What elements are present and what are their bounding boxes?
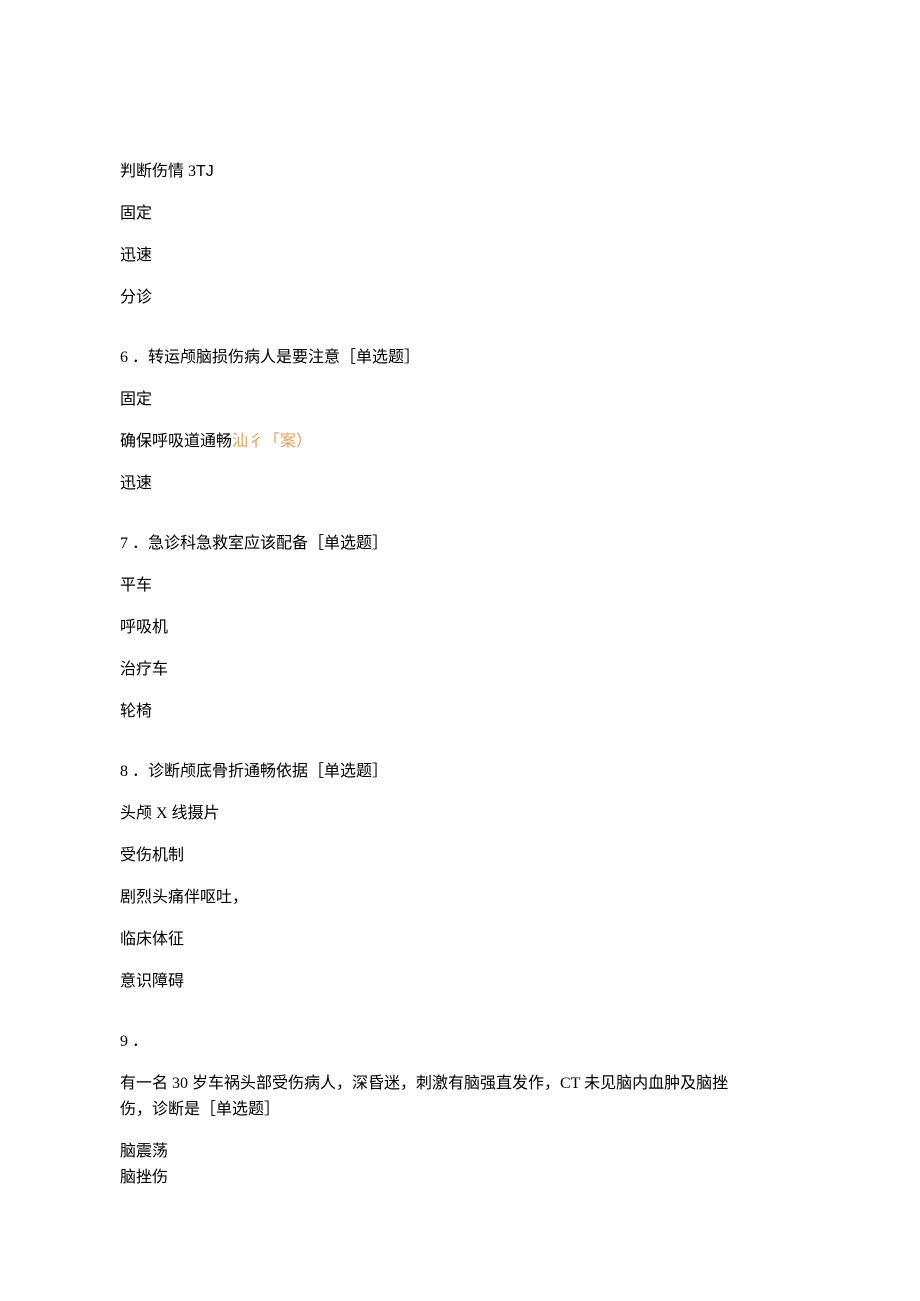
q8-option-5: 意识障碍 bbox=[120, 970, 800, 994]
intro-line-3: 迅速 bbox=[120, 244, 800, 268]
q8-option-2: 受伤机制 bbox=[120, 844, 800, 868]
q9-option-1: 脑震荡 bbox=[120, 1140, 800, 1164]
intro-line-1b: TJ bbox=[196, 163, 214, 180]
q7-option-1: 平车 bbox=[120, 574, 800, 598]
q8-option-4: 临床体征 bbox=[120, 928, 800, 952]
q9-stem-2: 伤，诊断是［单选题］ bbox=[120, 1098, 800, 1122]
intro-line-2: 固定 bbox=[120, 202, 800, 226]
intro-line-1: 判断伤情 3TJ bbox=[120, 160, 800, 184]
q7-stem: 7 ．急诊科急救室应该配备［单选题］ bbox=[120, 532, 800, 556]
q9-number: 9 ． bbox=[120, 1030, 800, 1054]
intro-line-4: 分诊 bbox=[120, 286, 800, 310]
q7-option-3: 治疗车 bbox=[120, 658, 800, 682]
q8-option-3: 剧烈头痛伴呕吐， bbox=[120, 886, 800, 910]
q6-option-3: 迅速 bbox=[120, 472, 800, 496]
q8-stem: 8 ．诊断颅底骨折通畅依据［单选题］ bbox=[120, 760, 800, 784]
q6-option-2-hint: 汕彳「案） bbox=[232, 433, 312, 450]
q6-option-2: 确保呼吸道通畅汕彳「案） bbox=[120, 430, 800, 454]
intro-line-1a: 判断伤情 3 bbox=[120, 163, 196, 180]
q9-option-2: 脑挫伤 bbox=[120, 1166, 800, 1190]
q6-option-1: 固定 bbox=[120, 388, 800, 412]
q6-option-2a: 确保呼吸道通畅 bbox=[120, 433, 232, 450]
q6-stem: 6 ．转运颅脑损伤病人是要注意［单选题］ bbox=[120, 346, 800, 370]
q7-option-2: 呼吸机 bbox=[120, 616, 800, 640]
q9-stem-1: 有一名 30 岁车祸头部受伤病人，深昏迷，刺激有脑强直发作，CT 未见脑内血肿及… bbox=[120, 1072, 800, 1096]
q7-option-4: 轮椅 bbox=[120, 700, 800, 724]
q8-option-1: 头颅 X 线摄片 bbox=[120, 802, 800, 826]
